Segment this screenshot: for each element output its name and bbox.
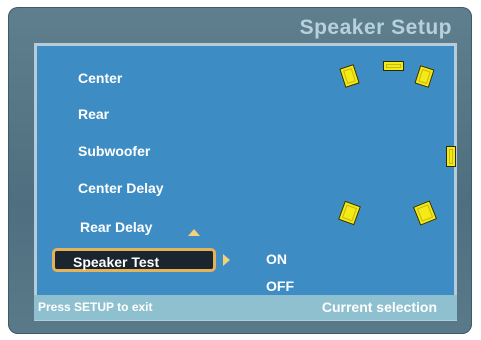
status-bar: Press SETUP to exit Current selection <box>34 295 457 320</box>
submenu-arrow-icon <box>223 254 230 266</box>
center-speaker-icon <box>383 61 404 71</box>
menu-item-center[interactable]: Center <box>78 70 122 86</box>
menu-item-speaker-test[interactable]: Speaker Test <box>52 248 216 272</box>
option-on[interactable]: ON <box>266 251 287 267</box>
scroll-up-arrow-icon[interactable] <box>188 229 200 236</box>
subwoofer-speaker-icon <box>446 146 456 167</box>
menu-item-rear[interactable]: Rear <box>78 106 109 122</box>
menu-item-center-delay[interactable]: Center Delay <box>78 180 164 196</box>
exit-hint: Press SETUP to exit <box>38 300 153 314</box>
menu-item-subwoofer[interactable]: Subwoofer <box>78 143 150 159</box>
current-selection-label: Current selection <box>321 299 437 315</box>
menu-item-rear-delay[interactable]: Rear Delay <box>80 219 152 235</box>
option-off[interactable]: OFF <box>266 278 294 294</box>
page-title: Speaker Setup <box>299 16 452 39</box>
menu-item-speaker-test-label: Speaker Test <box>73 254 160 270</box>
